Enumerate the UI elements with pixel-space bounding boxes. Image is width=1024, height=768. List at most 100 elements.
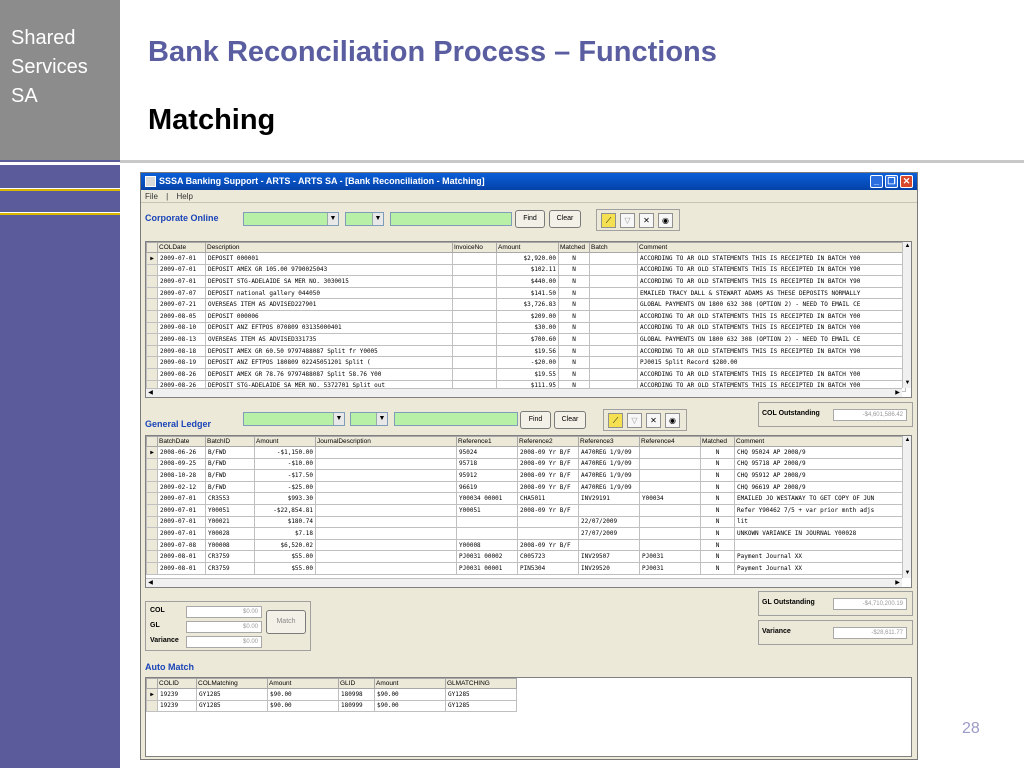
close-icon[interactable]: ✕: [900, 175, 913, 188]
table-row[interactable]: 2009-08-18 DEPOSIT AMEX GR 60.50 97974880…: [146, 344, 906, 358]
delete-icon[interactable]: ✕: [639, 213, 654, 228]
table-cell[interactable]: 2009-07-01: [157, 263, 206, 277]
table-cell[interactable]: $3,726.83: [496, 298, 559, 311]
table-cell[interactable]: A470REG 1/9/09: [578, 446, 640, 459]
table-cell[interactable]: ACCORDING TO AR OLD STATEMENTS THIS IS R…: [637, 321, 906, 335]
table-cell[interactable]: DEPOSIT AMEX GR 78.76 9797488087 Split 5…: [205, 367, 453, 381]
table-cell[interactable]: 2009-08-13: [157, 333, 206, 346]
table-cell[interactable]: 2009-07-01: [157, 503, 206, 517]
table-cell[interactable]: B/FWD: [205, 446, 255, 459]
table-row[interactable]: 2009-08-13 OVERSEAS ITEM AS ADVISED331735…: [146, 333, 906, 346]
row-selector[interactable]: [146, 298, 158, 311]
table-cell[interactable]: $90.00: [267, 699, 339, 713]
table-cell[interactable]: [589, 356, 638, 369]
table-cell[interactable]: ACCORDING TO AR OLD STATEMENTS THIS IS R…: [637, 309, 906, 323]
delete-icon[interactable]: ✕: [646, 413, 661, 428]
table-cell[interactable]: $90.00: [374, 688, 446, 701]
table-cell[interactable]: C005723: [517, 550, 579, 563]
column-header[interactable]: Matched: [558, 242, 590, 253]
row-selector[interactable]: [146, 492, 158, 505]
table-cell[interactable]: Refer Y90462 7/5 + var prior mnth adjs: [734, 503, 905, 517]
row-selector[interactable]: [146, 699, 158, 713]
table-cell[interactable]: 2008-09 Yr B/F: [517, 446, 579, 459]
table-cell[interactable]: PJ0015 Split Record $280.00: [637, 356, 906, 369]
table-cell[interactable]: [589, 309, 638, 323]
table-cell[interactable]: [315, 515, 457, 529]
row-selector-arrow-icon[interactable]: ▶: [146, 688, 158, 701]
table-cell[interactable]: GLOBAL PAYMENTS ON 1800 632 308 (OPTION …: [637, 298, 906, 311]
table-cell[interactable]: N: [558, 333, 590, 346]
table-row[interactable]: 2009-07-01 DEPOSIT STG-ADELAIDE SA MER NO…: [146, 275, 906, 288]
table-row[interactable]: 2009-07-01 DEPOSIT AMEX GR 105.00 9790025…: [146, 263, 906, 277]
table-cell[interactable]: 96619: [456, 480, 518, 494]
table-cell[interactable]: -$10.00: [254, 457, 316, 471]
table-cell[interactable]: 2009-07-01: [157, 252, 206, 265]
table-cell[interactable]: DEPOSIT ANZ EFTPOS 070809 03135000401: [205, 321, 453, 335]
table-cell[interactable]: [589, 263, 638, 277]
table-cell[interactable]: DEPOSIT 000001: [205, 252, 453, 265]
table-cell[interactable]: A470REG 1/9/09: [578, 480, 640, 494]
table-cell[interactable]: [315, 503, 457, 517]
table-cell[interactable]: $90.00: [267, 688, 339, 701]
column-header[interactable]: BatchID: [205, 436, 255, 447]
table-cell[interactable]: 180998: [338, 688, 375, 701]
table-cell[interactable]: N: [558, 367, 590, 381]
table-cell[interactable]: CHQ 95718 AP 2008/9: [734, 457, 905, 471]
column-header[interactable]: GLID: [338, 678, 375, 689]
table-cell[interactable]: [639, 503, 701, 517]
table-cell[interactable]: ACCORDING TO AR OLD STATEMENTS THIS IS R…: [637, 252, 906, 265]
table-row[interactable]: 2009-07-01 CR3553 $993.30 Y00034 00001 CHA50…: [146, 492, 905, 505]
scroll-right-icon[interactable]: ▶: [893, 579, 902, 587]
table-cell[interactable]: INV29191: [578, 492, 640, 505]
table-cell[interactable]: DEPOSIT ANZ EFTPOS 180809 02245051201 Sp…: [205, 356, 453, 369]
table-cell[interactable]: [639, 480, 701, 494]
col-find-button[interactable]: Find: [515, 210, 545, 228]
table-cell[interactable]: [315, 550, 457, 563]
table-cell[interactable]: 2008-09 Yr B/F: [517, 538, 579, 552]
gl-vertical-scrollbar[interactable]: ▲ ▼: [902, 436, 911, 578]
table-cell[interactable]: 2008-09 Yr B/F: [517, 469, 579, 482]
table-cell[interactable]: 2008-09 Yr B/F: [517, 503, 579, 517]
row-selector[interactable]: [146, 538, 158, 552]
col-filter-combo-2[interactable]: ▼: [345, 212, 384, 226]
table-cell[interactable]: [452, 367, 497, 381]
scroll-right-icon[interactable]: ▶: [893, 389, 902, 397]
table-cell[interactable]: 2008-06-26: [157, 446, 206, 459]
table-cell[interactable]: [517, 527, 579, 540]
row-selector-arrow-icon[interactable]: ▶: [146, 446, 158, 459]
table-cell[interactable]: N: [558, 286, 590, 300]
table-cell[interactable]: GLOBAL PAYMENTS ON 1800 632 308 (OPTION …: [637, 333, 906, 346]
row-selector[interactable]: [146, 527, 158, 540]
column-header[interactable]: Amount: [496, 242, 559, 253]
table-cell[interactable]: 2009-07-01: [157, 275, 206, 288]
table-cell[interactable]: ACCORDING TO AR OLD STATEMENTS THIS IS R…: [637, 367, 906, 381]
table-cell[interactable]: lit: [734, 515, 905, 529]
row-selector[interactable]: [146, 503, 158, 517]
table-cell[interactable]: 2008-09 Yr B/F: [517, 480, 579, 494]
table-cell[interactable]: 2009-07-01: [157, 515, 206, 529]
table-cell[interactable]: [639, 457, 701, 471]
table-cell[interactable]: [589, 286, 638, 300]
table-cell[interactable]: 95912: [456, 469, 518, 482]
table-cell[interactable]: CR3759: [205, 550, 255, 563]
table-cell[interactable]: [452, 298, 497, 311]
table-cell[interactable]: [452, 344, 497, 358]
table-cell[interactable]: [456, 527, 518, 540]
table-cell[interactable]: B/FWD: [205, 469, 255, 482]
table-cell[interactable]: 19239: [157, 688, 197, 701]
table-cell[interactable]: Y00028: [205, 527, 255, 540]
table-cell[interactable]: N: [558, 321, 590, 335]
row-selector[interactable]: [146, 309, 158, 323]
table-cell[interactable]: $90.00: [374, 699, 446, 713]
row-selector[interactable]: [146, 561, 158, 575]
table-cell[interactable]: OVERSEAS ITEM AS ADVISED331735: [205, 333, 453, 346]
table-cell[interactable]: PJ0031 00001: [456, 561, 518, 575]
table-cell[interactable]: -$1,150.00: [254, 446, 316, 459]
table-cell[interactable]: DEPOSIT STG-ADELAIDE SA MER NO. 3030015: [205, 275, 453, 288]
table-cell[interactable]: ACCORDING TO AR OLD STATEMENTS THIS IS R…: [637, 344, 906, 358]
table-cell[interactable]: GY1285: [445, 699, 517, 713]
table-cell[interactable]: $180.74: [254, 515, 316, 529]
scroll-up-icon[interactable]: ▲: [903, 242, 911, 251]
table-cell[interactable]: [456, 515, 518, 529]
table-cell[interactable]: 2009-07-08: [157, 538, 206, 552]
